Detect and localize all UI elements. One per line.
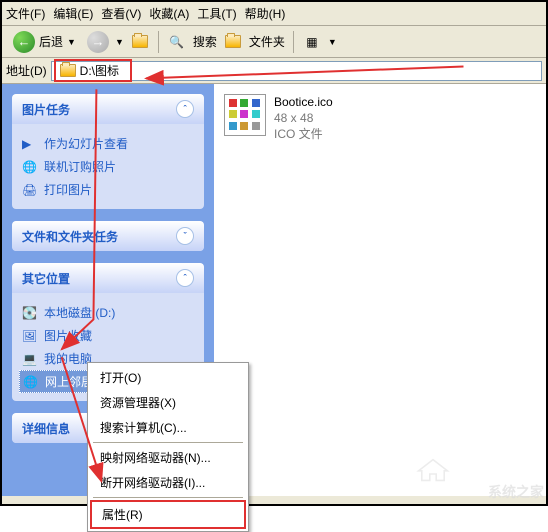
ctx-properties[interactable]: 属性(R)	[90, 500, 246, 529]
ctx-search[interactable]: 搜索计算机(C)...	[90, 415, 246, 440]
chevron-up-icon: ˆ	[176, 100, 194, 118]
menu-fav[interactable]: 收藏(A)	[149, 5, 189, 22]
ctx-explorer[interactable]: 资源管理器(X)	[90, 390, 246, 415]
folders-button[interactable]: 文件夹	[249, 33, 285, 50]
sidebar-item-slideshow[interactable]: ▶作为幻灯片查看	[22, 132, 194, 155]
panel-picture-tasks: 图片任务 ˆ ▶作为幻灯片查看 🌐联机订购照片 🖨打印图片	[12, 94, 204, 209]
file-info: Bootice.ico 48 x 48 ICO 文件	[274, 94, 333, 143]
chevron-down-icon: ˇ	[176, 227, 194, 245]
back-dropdown-icon: ▼	[67, 37, 76, 47]
panel-head-places[interactable]: 其它位置 ˆ	[12, 263, 204, 293]
watermark-text: 系统之家	[488, 482, 544, 502]
back-icon: ←	[13, 31, 35, 53]
ctx-map-drive[interactable]: 映射网络驱动器(N)...	[90, 445, 246, 470]
folder-icon	[60, 64, 76, 77]
sidebar-item-pictures[interactable]: 🖼图片收藏	[22, 324, 194, 347]
printer-icon: 🖨	[22, 183, 38, 197]
menu-help[interactable]: 帮助(H)	[245, 5, 286, 22]
computer-icon: 💻	[22, 352, 38, 366]
panel-title: 详细信息	[22, 420, 70, 437]
menu-edit[interactable]: 编辑(E)	[53, 5, 93, 22]
address-bar: 地址(D) D:\图标	[2, 58, 546, 84]
sidebar-item-drive-d[interactable]: 💽本地磁盘 (D:)	[22, 301, 194, 324]
ctx-open[interactable]: 打开(O)	[90, 365, 246, 390]
file-type: ICO 文件	[274, 126, 333, 142]
views-dropdown-icon[interactable]: ▼	[328, 37, 337, 47]
panel-head-picture[interactable]: 图片任务 ˆ	[12, 94, 204, 124]
separator	[158, 31, 159, 53]
chevron-up-icon: ˆ	[176, 269, 194, 287]
panel-file-tasks: 文件和文件夹任务 ˇ	[12, 221, 204, 251]
address-highlight: D:\图标	[54, 59, 132, 82]
menu-view[interactable]: 查看(V)	[101, 5, 141, 22]
menu-file[interactable]: 文件(F)	[6, 5, 45, 22]
separator	[293, 31, 294, 53]
search-button[interactable]: 搜索	[193, 33, 217, 50]
back-label: 后退	[39, 33, 63, 50]
panel-title: 文件和文件夹任务	[22, 228, 118, 245]
file-name: Bootice.ico	[274, 94, 333, 110]
back-button[interactable]: ← 后退 ▼	[8, 28, 81, 56]
file-dimensions: 48 x 48	[274, 110, 333, 126]
views-button[interactable]: ▦	[302, 32, 322, 52]
toolbar: ← 后退 ▼ → ▼ 🔍 搜索 文件夹 ▦ ▼	[2, 26, 546, 58]
search-icon: 🔍	[167, 32, 187, 52]
watermark-icon	[416, 458, 450, 482]
forward-button[interactable]: →	[87, 31, 109, 53]
panel-title: 其它位置	[22, 270, 70, 287]
file-view[interactable]: Bootice.ico 48 x 48 ICO 文件	[214, 84, 546, 496]
pictures-icon: 🖼	[22, 329, 38, 343]
menu-tools[interactable]: 工具(T)	[197, 5, 236, 22]
drive-icon: 💽	[22, 306, 38, 320]
menubar: 文件(F) 编辑(E) 查看(V) 收藏(A) 工具(T) 帮助(H)	[2, 2, 546, 26]
separator	[93, 442, 243, 443]
folders-icon	[223, 32, 243, 52]
up-button[interactable]	[130, 32, 150, 52]
ctx-unmap-drive[interactable]: 断开网络驱动器(I)...	[90, 470, 246, 495]
ico-file-icon	[224, 94, 266, 136]
context-menu: 打开(O) 资源管理器(X) 搜索计算机(C)... 映射网络驱动器(N)...…	[87, 362, 249, 532]
forward-dropdown-icon[interactable]: ▼	[115, 37, 124, 47]
address-field[interactable]: D:\图标	[51, 61, 542, 81]
network-icon: 🌐	[23, 375, 39, 389]
address-label: 地址(D)	[6, 62, 47, 79]
sidebar-item-order[interactable]: 🌐联机订购照片	[22, 155, 194, 178]
address-path: D:\图标	[80, 62, 119, 79]
sidebar-item-print[interactable]: 🖨打印图片	[22, 178, 194, 201]
panel-title: 图片任务	[22, 101, 70, 118]
panel-head-file[interactable]: 文件和文件夹任务 ˇ	[12, 221, 204, 251]
globe-icon: 🌐	[22, 160, 38, 174]
slideshow-icon: ▶	[22, 137, 38, 151]
separator	[93, 497, 243, 498]
